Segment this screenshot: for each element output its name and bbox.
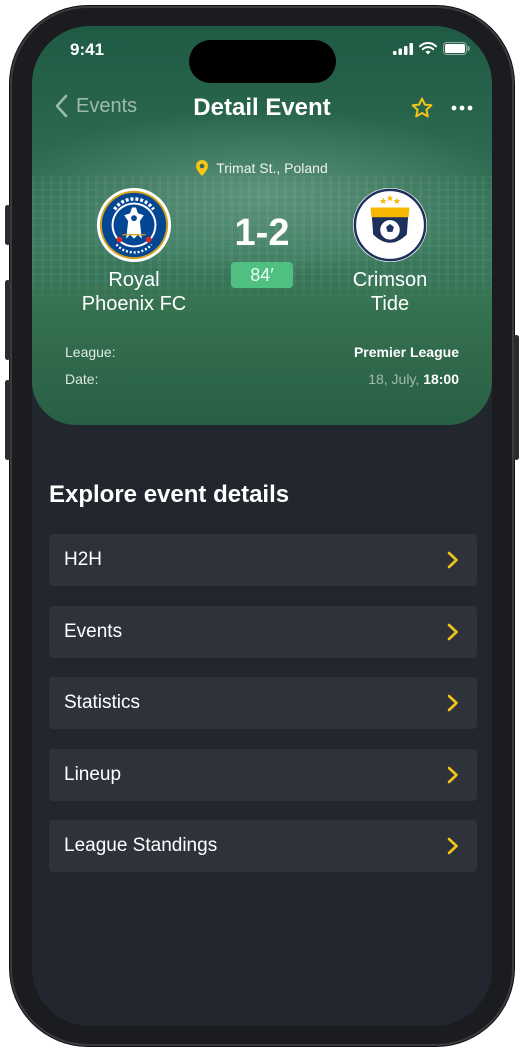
more-horizontal-icon[interactable]	[450, 96, 474, 120]
league-value: Premier League	[353, 344, 459, 360]
match-minute-badge: 84′	[231, 262, 293, 288]
location-pin-icon	[196, 160, 209, 176]
chevron-right-icon	[447, 766, 458, 783]
battery-icon	[443, 42, 470, 55]
chevron-right-icon	[447, 837, 458, 855]
volume-down-button	[5, 380, 10, 460]
section-title: Explore event details	[49, 481, 290, 508]
menu-item-h2h[interactable]: H2H	[49, 534, 477, 586]
signal-icon	[393, 42, 413, 55]
home-team-name: Royal Phoenix FC	[59, 268, 209, 316]
star-icon[interactable]	[410, 96, 434, 120]
chevron-right-icon	[447, 694, 458, 712]
wifi-icon	[419, 42, 437, 55]
menu-item-statistics[interactable]: Statistics	[49, 677, 477, 729]
silent-switch	[5, 205, 10, 245]
dynamic-island	[189, 40, 336, 83]
status-icons	[393, 42, 470, 55]
chevron-right-icon	[447, 551, 458, 569]
away-team-name-line2: Tide	[370, 293, 410, 315]
match-score: 1-2	[234, 212, 290, 254]
volume-up-button	[5, 280, 10, 360]
location-text: Trimat St., Poland	[216, 160, 328, 176]
away-team[interactable]: Crimson Tide	[315, 186, 465, 316]
away-team-name-line1: Crimson	[352, 269, 428, 291]
menu-item-label: Lineup	[64, 763, 122, 785]
home-team-name-line2: Phoenix FC	[81, 293, 187, 315]
date-row: Date: 18, July, 18:00	[65, 371, 459, 387]
menu-item-label: H2H	[64, 549, 103, 570]
away-team-name: Crimson Tide	[315, 268, 465, 316]
chelsea-crest-icon	[96, 187, 172, 263]
navigation-bar: Events Detail Event	[32, 90, 492, 130]
league-label: League:	[65, 344, 116, 360]
menu-item-events[interactable]: Events	[49, 605, 477, 658]
menu-item-league-standings[interactable]: League Standings	[49, 820, 477, 872]
menu-item-label: Statistics	[64, 692, 141, 713]
match-location: Trimat St., Poland	[32, 160, 492, 176]
status-bar: 9:41	[32, 26, 492, 83]
match-header: 9:41 Events Detail Event Trimat St., Pol…	[32, 26, 492, 425]
date-day: 18, July,	[368, 371, 420, 387]
details-menu: H2H Events Statistics Lineup League Stan…	[49, 534, 477, 892]
menu-item-lineup[interactable]: Lineup	[49, 748, 477, 801]
menu-item-label: League Standings	[64, 835, 218, 856]
chevron-right-icon	[447, 623, 458, 640]
nav-actions	[410, 96, 474, 120]
home-team-name-line1: Royal	[108, 269, 160, 291]
power-button	[514, 335, 519, 460]
football-club-crest-icon	[352, 187, 428, 263]
date-time: 18:00	[423, 371, 459, 387]
app-screen: 9:41 Events Detail Event Trimat St., Pol…	[32, 26, 492, 1026]
status-time: 9:41	[70, 40, 105, 59]
date-label: Date:	[65, 371, 99, 387]
league-row: League: Premier League	[65, 344, 459, 360]
home-team[interactable]: Royal Phoenix FC	[59, 186, 209, 316]
menu-item-label: Events	[64, 620, 123, 642]
date-value: 18, July, 18:00	[368, 371, 459, 387]
